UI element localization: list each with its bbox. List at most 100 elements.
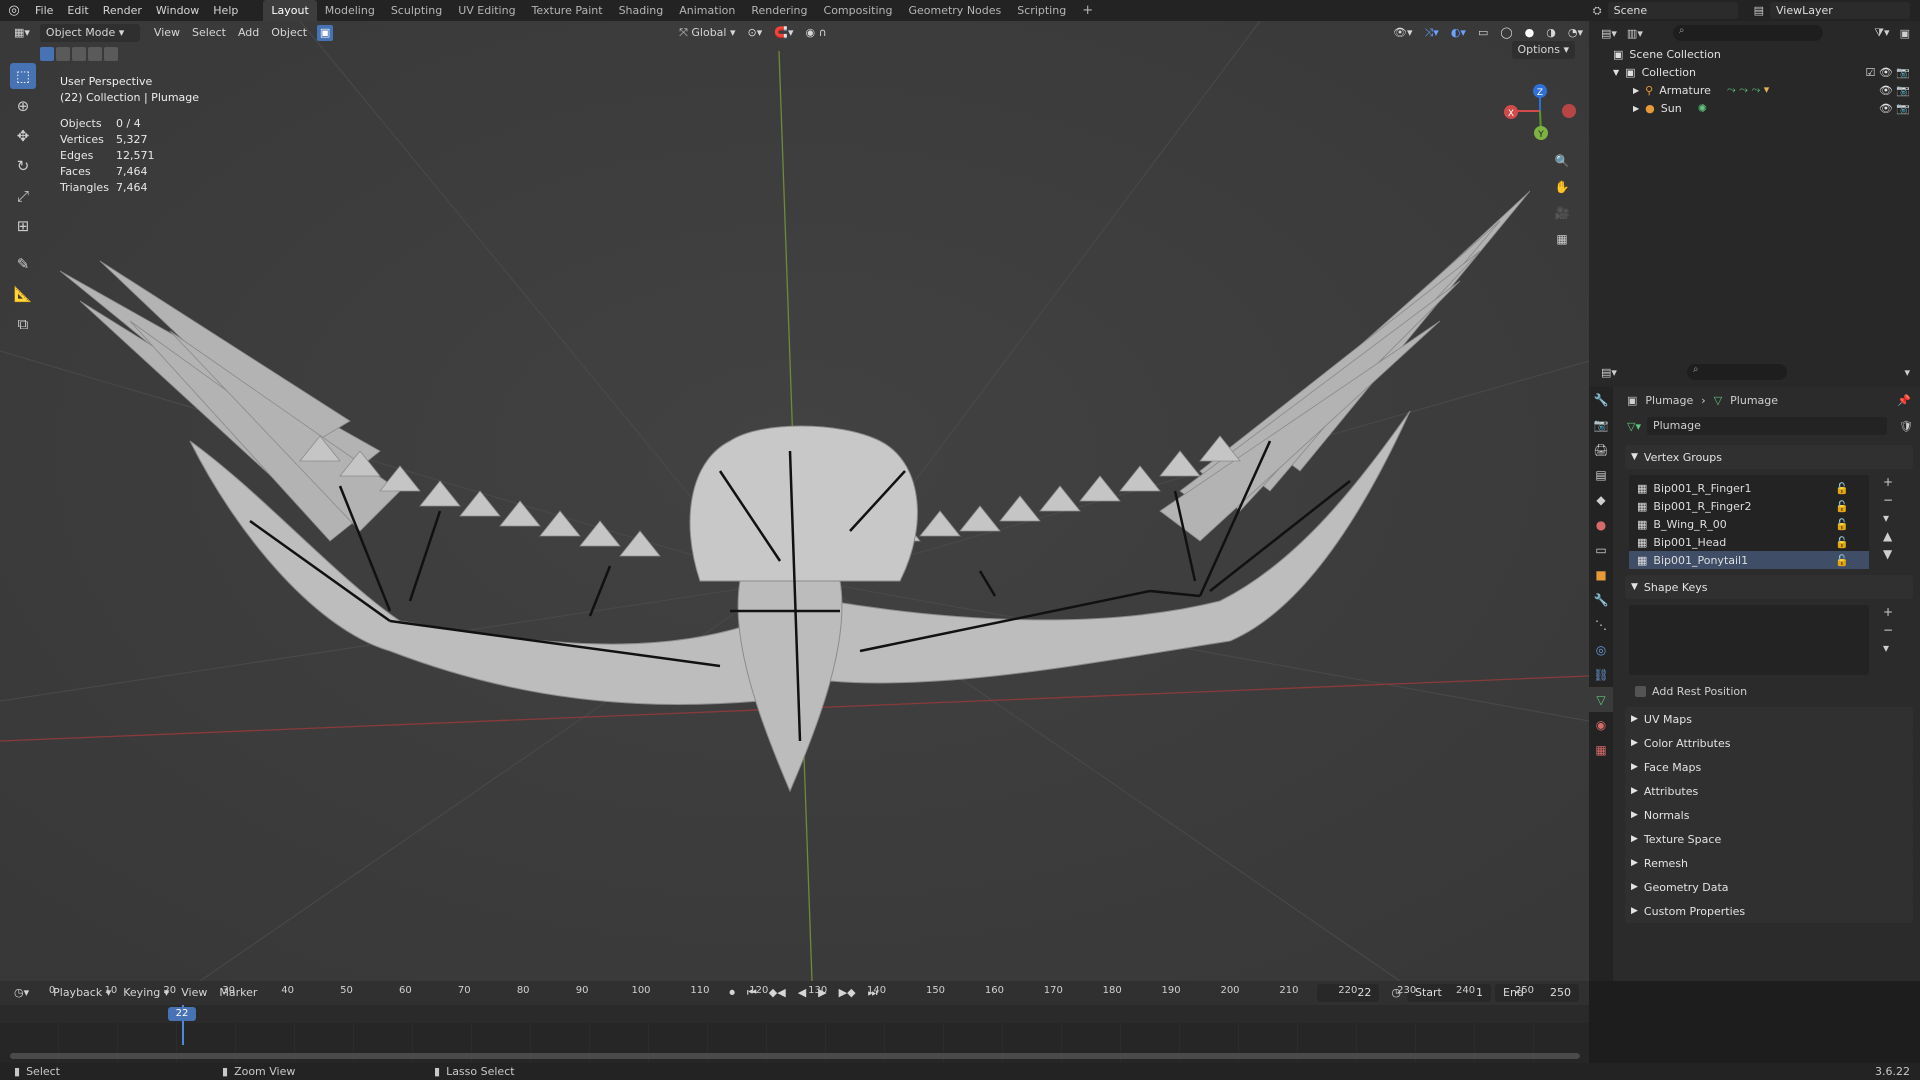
- modifier-tab-icon[interactable]: 🔧: [1589, 587, 1613, 612]
- shading-rendered-icon[interactable]: ◔▾: [1562, 24, 1589, 42]
- select-box-tool-icon[interactable]: ⬚: [10, 63, 36, 89]
- view-layer-tab-icon[interactable]: ▤: [1589, 462, 1613, 487]
- xray-icon[interactable]: ▭: [1472, 24, 1494, 42]
- add-shape-key-icon[interactable]: +: [1883, 605, 1893, 619]
- panel-attributes[interactable]: ▶ Attributes: [1625, 779, 1913, 803]
- tool-tab-icon[interactable]: 🔧: [1589, 387, 1613, 412]
- camera-view-icon[interactable]: 🎥: [1552, 203, 1572, 223]
- menu-view[interactable]: View: [148, 24, 186, 42]
- camera-icon[interactable]: 📷: [1896, 102, 1910, 115]
- panel-shape-keys[interactable]: ▼ Shape Keys: [1625, 575, 1913, 599]
- display-mode-icon[interactable]: ▥▾: [1627, 27, 1643, 40]
- outliner-search-input[interactable]: ⌕: [1672, 25, 1823, 41]
- add-workspace-icon[interactable]: +: [1074, 0, 1101, 21]
- lock-icon[interactable]: 🔓: [1835, 536, 1849, 549]
- world-tab-icon[interactable]: ●: [1589, 512, 1613, 537]
- tab-shading[interactable]: Shading: [611, 0, 672, 21]
- panel-vertex-groups[interactable]: ▼ Vertex Groups: [1625, 445, 1913, 469]
- properties-options-icon[interactable]: ▾: [1904, 366, 1910, 379]
- cursor-tool-icon[interactable]: ⊕: [10, 93, 36, 119]
- tab-texture-paint[interactable]: Texture Paint: [524, 0, 611, 21]
- transform-orientation-dropdown[interactable]: ⤧ Global ▾: [673, 24, 741, 42]
- select-new-icon[interactable]: [40, 47, 54, 61]
- add-rest-position-checkbox[interactable]: [1635, 685, 1646, 697]
- lock-icon[interactable]: 🔓: [1835, 518, 1849, 531]
- move-down-icon[interactable]: ▼: [1883, 547, 1893, 561]
- panel-remesh[interactable]: ▶ Remesh: [1625, 851, 1913, 875]
- eye-icon[interactable]: 👁: [1879, 66, 1893, 79]
- add-cube-tool-icon[interactable]: ⧉: [10, 311, 36, 337]
- checkbox-icon[interactable]: ☑: [1865, 66, 1875, 79]
- tab-layout[interactable]: Layout: [263, 0, 317, 21]
- panel-geometry-data[interactable]: ▶ Geometry Data: [1625, 875, 1913, 899]
- properties-search-input[interactable]: ⌕: [1686, 364, 1787, 380]
- output-tab-icon[interactable]: 🖨: [1589, 437, 1613, 462]
- panel-normals[interactable]: ▶ Normals: [1625, 803, 1913, 827]
- tab-scripting[interactable]: Scripting: [1009, 0, 1074, 21]
- gizmo-toggle-icon[interactable]: ⤨▾: [1418, 24, 1444, 42]
- list-item[interactable]: ▦ Bip001_R_Finger1 🔓: [1629, 479, 1869, 497]
- shading-solid-icon[interactable]: ●: [1519, 24, 1541, 42]
- playhead-frame-label[interactable]: 22: [168, 1007, 196, 1021]
- menu-window[interactable]: Window: [149, 0, 206, 21]
- select-intersect-icon[interactable]: [104, 47, 118, 61]
- menu-add[interactable]: Add: [232, 24, 265, 42]
- camera-icon[interactable]: 📷: [1896, 84, 1910, 97]
- eye-icon[interactable]: 👁: [1879, 84, 1893, 97]
- tab-uv-editing[interactable]: UV Editing: [450, 0, 523, 21]
- overlay-toggle-icon[interactable]: ◐▾: [1445, 24, 1472, 42]
- lock-icon[interactable]: 🔓: [1835, 554, 1849, 567]
- shape-key-list[interactable]: [1629, 605, 1869, 675]
- tab-rendering[interactable]: Rendering: [743, 0, 815, 21]
- pivot-icon[interactable]: ⊙▾: [742, 24, 769, 42]
- select-extend-icon[interactable]: [56, 47, 70, 61]
- data-tab-icon[interactable]: ▽: [1589, 687, 1613, 712]
- zoom-icon[interactable]: 🔍: [1552, 151, 1572, 171]
- scene-tab-icon[interactable]: ◆: [1589, 487, 1613, 512]
- lock-icon[interactable]: 🔓: [1835, 482, 1849, 495]
- timeline-scrollbar[interactable]: [10, 1053, 1580, 1059]
- list-item[interactable]: ▦ Bip001_Head 🔓: [1629, 533, 1869, 551]
- tab-geometry-nodes[interactable]: Geometry Nodes: [900, 0, 1009, 21]
- editor-type-icon[interactable]: ▦▾: [8, 24, 36, 42]
- expand-arrow-icon[interactable]: ▼: [1613, 68, 1619, 77]
- shape-key-menu-icon[interactable]: ▾: [1883, 641, 1893, 655]
- tab-sculpting[interactable]: Sculpting: [383, 0, 450, 21]
- expand-arrow-icon[interactable]: ▶: [1633, 86, 1639, 95]
- shading-material-icon[interactable]: ◑: [1540, 24, 1562, 42]
- proportional-edit-icon[interactable]: ◉ ∩: [799, 24, 832, 42]
- collection-tab-icon[interactable]: ▭: [1589, 537, 1613, 562]
- remove-vertex-group-icon[interactable]: −: [1883, 493, 1893, 507]
- object-tab-icon[interactable]: ■: [1589, 562, 1613, 587]
- panel-uv-maps[interactable]: ▶ UV Maps: [1625, 707, 1913, 731]
- add-vertex-group-icon[interactable]: +: [1883, 475, 1893, 489]
- gizmo-neg-x[interactable]: [1562, 104, 1576, 118]
- panel-texture-space[interactable]: ▶ Texture Space: [1625, 827, 1913, 851]
- timeline-track[interactable]: 0 10 20 30 40 50 60 70 80 90 100 110 120 130 140 150 160…: [0, 985, 1589, 1063]
- expand-arrow-icon[interactable]: ▶: [1633, 104, 1639, 113]
- render-tab-icon[interactable]: 📷: [1589, 412, 1613, 437]
- new-collection-icon[interactable]: ▣: [1900, 27, 1910, 40]
- list-item[interactable]: ▦ B_Wing_R_00 🔓: [1629, 515, 1869, 533]
- blender-logo-icon[interactable]: ◎: [0, 3, 28, 18]
- constraints-tab-icon[interactable]: ⛓: [1589, 662, 1613, 687]
- physics-tab-icon[interactable]: ◎: [1589, 637, 1613, 662]
- eye-icon[interactable]: 👁: [1879, 102, 1893, 115]
- outliner-item-sun[interactable]: ▶ ● Sun ✺ 👁 📷: [1589, 99, 1920, 117]
- outliner-item-armature[interactable]: ▶ ⚲ Armature ⤳ ⤳ ⤳ ▾ 👁 📷: [1589, 81, 1920, 99]
- scale-tool-icon[interactable]: ⤢: [10, 183, 36, 209]
- select-invert-icon[interactable]: [88, 47, 102, 61]
- list-item[interactable]: ▦ Bip001_Ponytail1 🔓: [1629, 551, 1869, 569]
- outliner-editor-icon[interactable]: ▤▾: [1601, 27, 1617, 40]
- vertex-group-menu-icon[interactable]: ▾: [1883, 511, 1893, 525]
- mode-dropdown[interactable]: Object Mode ▾: [39, 24, 140, 42]
- fake-user-icon[interactable]: 🛡: [1899, 420, 1913, 433]
- options-dropdown[interactable]: Options ▾: [1511, 41, 1575, 59]
- move-tool-icon[interactable]: ✥: [10, 123, 36, 149]
- pin-icon[interactable]: 📌: [1897, 394, 1911, 407]
- view-layer-icon[interactable]: ▤: [1754, 4, 1764, 17]
- tab-compositing[interactable]: Compositing: [816, 0, 901, 21]
- mesh-name-field[interactable]: Plumage: [1646, 417, 1888, 435]
- camera-icon[interactable]: 📷: [1896, 66, 1910, 79]
- menu-help[interactable]: Help: [206, 0, 245, 21]
